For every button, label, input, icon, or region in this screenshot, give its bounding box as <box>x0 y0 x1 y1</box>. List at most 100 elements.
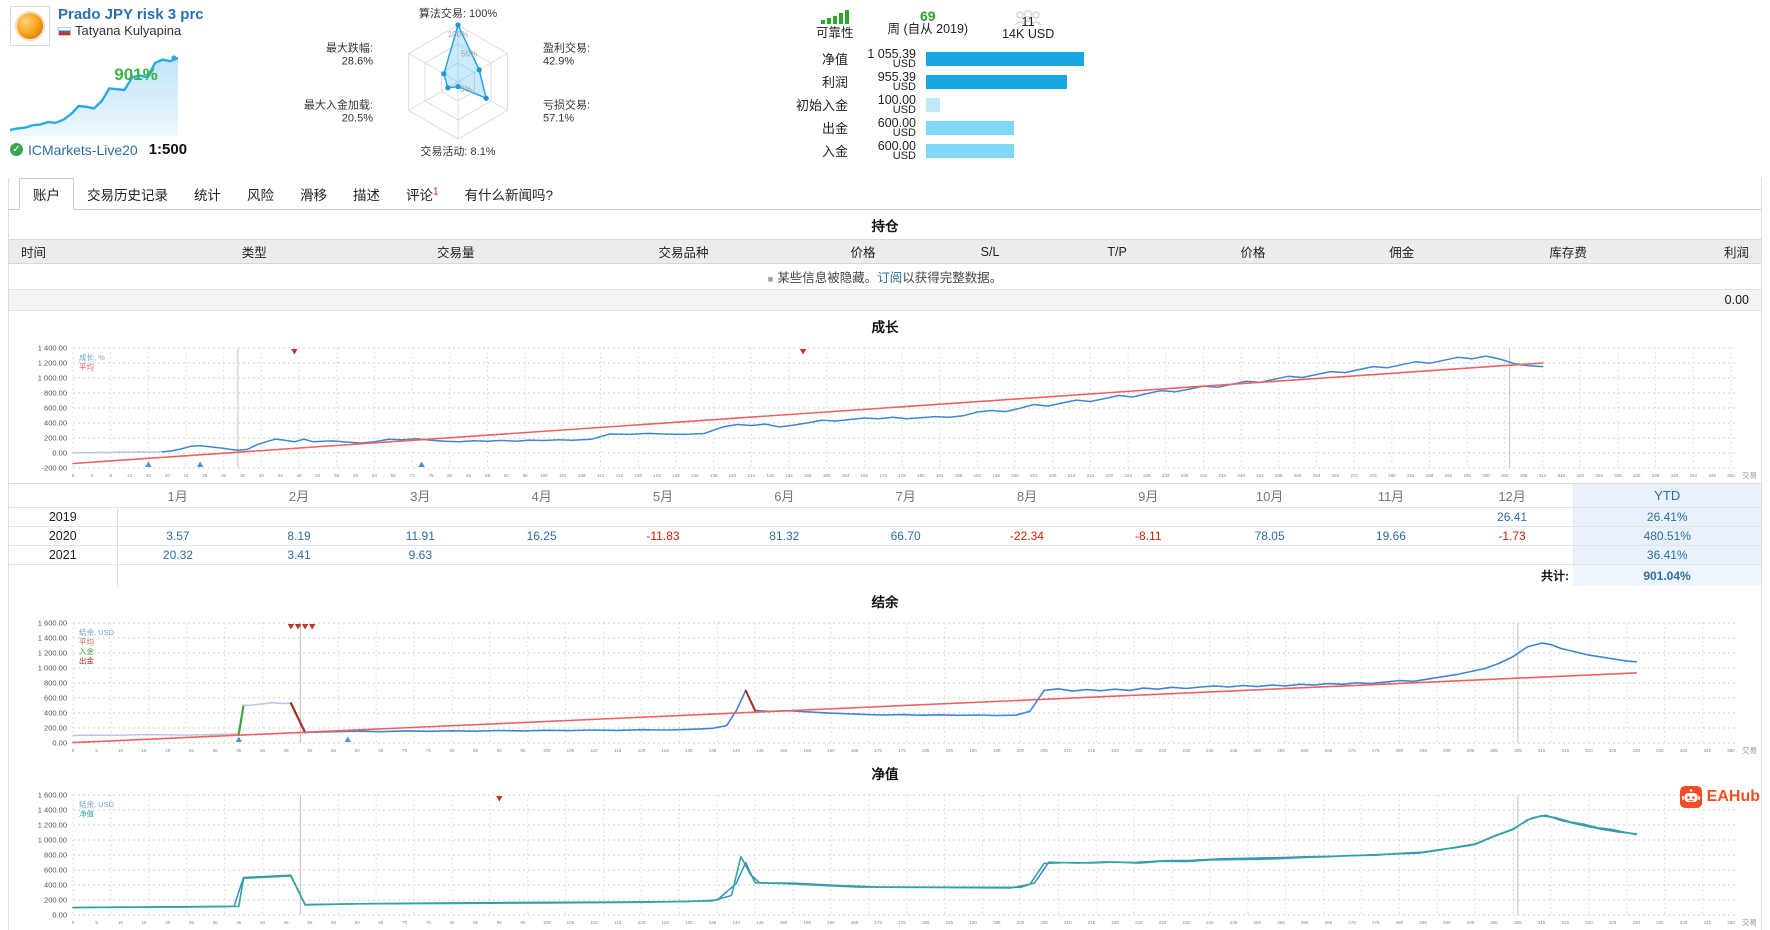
svg-text:112: 112 <box>597 473 605 478</box>
hidden-data-notice: ■ 某些信息被隐藏。订阅以获得完整数据。 <box>9 264 1761 289</box>
svg-text:276: 276 <box>1369 473 1377 478</box>
svg-text:320: 320 <box>1577 473 1585 478</box>
svg-text:144: 144 <box>748 473 756 478</box>
month-value: 78.05 <box>1208 526 1331 546</box>
svg-text:240: 240 <box>1206 920 1214 925</box>
tab-描述[interactable]: 描述 <box>340 179 393 209</box>
year-label: 2020 <box>9 526 118 546</box>
withdrawal-marker-icon <box>799 349 807 355</box>
svg-text:145: 145 <box>756 748 764 753</box>
month-value: 16.25 <box>480 526 603 546</box>
svg-text:192: 192 <box>974 473 982 478</box>
series-deposit-jump <box>237 704 245 736</box>
radar-axis-label: 最大入金加载: 20.5% <box>304 98 373 125</box>
svg-text:305: 305 <box>1514 748 1522 753</box>
tab-交易历史记录[interactable]: 交易历史记录 <box>74 179 181 209</box>
monthly-total-row: 共计: 901.04% <box>9 564 1761 586</box>
stat-row-4: 入金 600.00 USD <box>730 139 1084 161</box>
svg-text:0%: 0% <box>460 85 472 94</box>
tab-滑移[interactable]: 滑移 <box>287 179 340 209</box>
svg-text:10: 10 <box>118 748 124 753</box>
positions-col-S/L: S/L <box>928 239 1052 264</box>
svg-text:0: 0 <box>72 473 75 478</box>
growth-chart: -200.00 0.00 200.00 400.00 600.00 800.00 1 000… <box>9 340 1761 483</box>
ytd-header: YTD <box>1572 483 1761 508</box>
svg-text:212: 212 <box>1068 473 1076 478</box>
svg-text:0.00: 0.00 <box>52 449 67 458</box>
russia-flag-icon <box>58 26 71 36</box>
svg-text:164: 164 <box>842 473 850 478</box>
stat-bar <box>926 97 941 112</box>
svg-text:0.00: 0.00 <box>52 911 67 920</box>
svg-text:340: 340 <box>1671 473 1679 478</box>
broker-server-link[interactable]: ICMarkets-Live20 <box>28 142 138 158</box>
subscribe-link[interactable]: 订阅 <box>877 271 902 285</box>
svg-text:255: 255 <box>1277 748 1285 753</box>
stat-label: 初始入金 <box>795 98 848 113</box>
svg-text:204: 204 <box>1030 473 1038 478</box>
tab-评论[interactable]: 评论1 <box>393 179 452 209</box>
chart-legend-item: 平均 <box>79 637 94 647</box>
withdrawal-marker-icon <box>301 624 309 630</box>
svg-text:1 400.00: 1 400.00 <box>38 344 67 353</box>
month-value: 81.32 <box>723 526 845 546</box>
svg-text:600.00: 600.00 <box>44 866 67 875</box>
svg-text:160: 160 <box>823 473 831 478</box>
hidden-square-icon: ■ <box>767 274 774 284</box>
svg-text:64: 64 <box>372 473 378 478</box>
svg-text:132: 132 <box>691 473 699 478</box>
stat-value: 955.39 USD <box>877 69 916 93</box>
svg-text:220: 220 <box>1111 748 1119 753</box>
svg-text:300: 300 <box>1490 920 1498 925</box>
month-value <box>1087 507 1209 527</box>
svg-text:256: 256 <box>1275 473 1283 478</box>
svg-text:168: 168 <box>861 473 869 478</box>
svg-text:205: 205 <box>1040 748 1048 753</box>
stat-row-3: 出金 600.00 USD <box>730 116 1084 138</box>
svg-text:290: 290 <box>1443 748 1451 753</box>
svg-text:345: 345 <box>1704 748 1712 753</box>
svg-text:296: 296 <box>1463 473 1471 478</box>
month-value: -11.83 <box>602 526 724 546</box>
positions-col-类型: 类型 <box>166 239 342 264</box>
svg-text:265: 265 <box>1325 920 1333 925</box>
stat-row-0: 净值 1 055.39 USD <box>730 47 1084 69</box>
month-value <box>480 545 603 565</box>
hidden-notice-suffix: 以获得完整数据。 <box>902 271 1003 285</box>
svg-text:125: 125 <box>661 920 669 925</box>
month-value: -8.11 <box>1087 526 1209 546</box>
month-header: 5月 <box>602 483 724 508</box>
svg-text:325: 325 <box>1609 748 1617 753</box>
month-value <box>966 507 1088 527</box>
tab-账户[interactable]: 账户 <box>19 178 74 210</box>
svg-text:70: 70 <box>402 748 408 753</box>
svg-text:170: 170 <box>875 748 883 753</box>
svg-text:交易: 交易 <box>1742 470 1757 480</box>
svg-text:600.00: 600.00 <box>44 694 67 703</box>
svg-text:240: 240 <box>1206 748 1214 753</box>
svg-text:800.00: 800.00 <box>44 851 67 860</box>
svg-text:165: 165 <box>851 920 859 925</box>
tab-统计[interactable]: 统计 <box>181 179 234 209</box>
svg-text:205: 205 <box>1040 920 1048 925</box>
signal-title-link[interactable]: Prado JPY risk 3 prc <box>58 6 204 23</box>
tab-有什么新闻吗?[interactable]: 有什么新闻吗? <box>452 179 567 209</box>
reliability-bars-icon <box>820 10 849 24</box>
svg-text:40: 40 <box>260 748 266 753</box>
svg-text:1 400.00: 1 400.00 <box>38 806 67 815</box>
stat-bar <box>926 143 1015 158</box>
svg-text:8: 8 <box>109 473 112 478</box>
svg-text:40: 40 <box>260 920 266 925</box>
svg-text:200: 200 <box>1011 473 1019 478</box>
svg-text:295: 295 <box>1467 920 1475 925</box>
tab-风险[interactable]: 风险 <box>234 179 287 209</box>
month-header: 10月 <box>1208 483 1331 508</box>
deposit-marker-icon <box>344 736 351 742</box>
monthly-total-label: 共计: <box>1451 564 1573 586</box>
svg-text:76: 76 <box>428 473 434 478</box>
svg-text:120: 120 <box>638 920 646 925</box>
svg-text:136: 136 <box>710 473 718 478</box>
equity-section: 净值 0.00 200.00 400.00 600.00 800.00 1 000.00 1… <box>9 758 1761 930</box>
year-label: 2021 <box>9 545 118 565</box>
svg-text:340: 340 <box>1680 920 1688 925</box>
